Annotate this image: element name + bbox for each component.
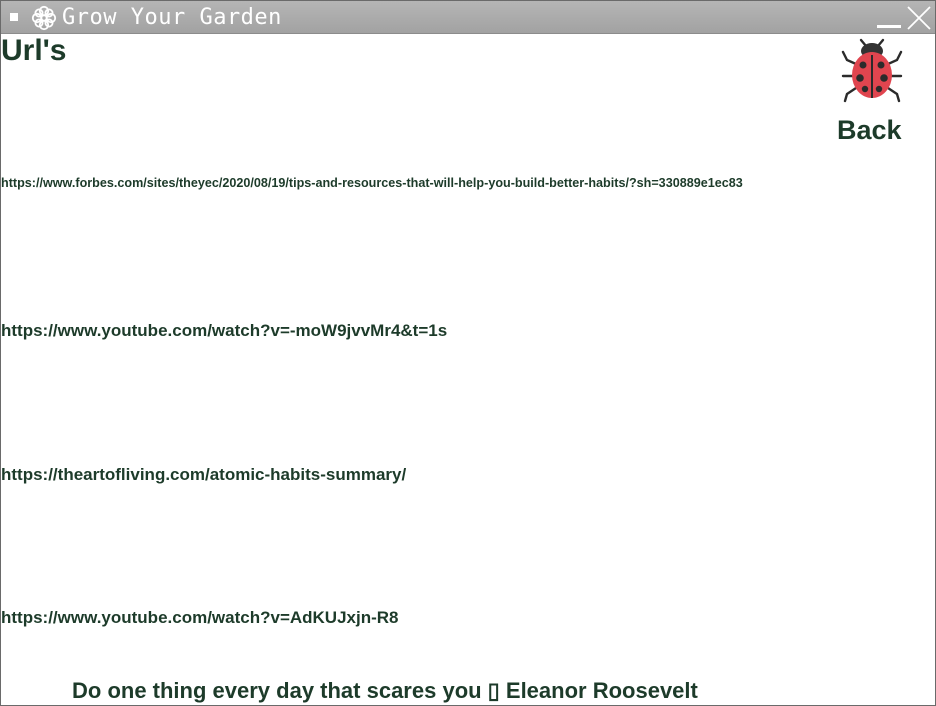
flower-icon: [31, 5, 57, 31]
url-link-artofliving[interactable]: https://theartofliving.com/atomic-habits…: [1, 464, 406, 486]
ladybug-icon: [841, 38, 903, 103]
minimize-button[interactable]: [877, 25, 901, 28]
back-label: Back: [837, 115, 902, 145]
quote-text: Do one thing every day that scares you ▯…: [72, 678, 698, 703]
page-title: Url's: [1, 34, 67, 67]
window-title: Grow Your Garden: [62, 5, 282, 30]
title-bar[interactable]: Grow Your Garden: [1, 1, 935, 34]
url-link-youtube-1[interactable]: https://www.youtube.com/watch?v=-moW9jvv…: [1, 320, 447, 342]
close-icon[interactable]: [906, 5, 932, 31]
url-link-youtube-2[interactable]: https://www.youtube.com/watch?v=AdKUJxjn…: [1, 607, 399, 629]
url-link-forbes[interactable]: https://www.forbes.com/sites/theyec/2020…: [1, 175, 743, 191]
app-window: Grow Your Garden Url's Back https://www.…: [0, 0, 936, 706]
window-menu-button[interactable]: [10, 13, 18, 21]
main-content: Url's Back https://www.forbes.com/sites/…: [1, 34, 935, 705]
back-button[interactable]: Back: [827, 36, 917, 154]
